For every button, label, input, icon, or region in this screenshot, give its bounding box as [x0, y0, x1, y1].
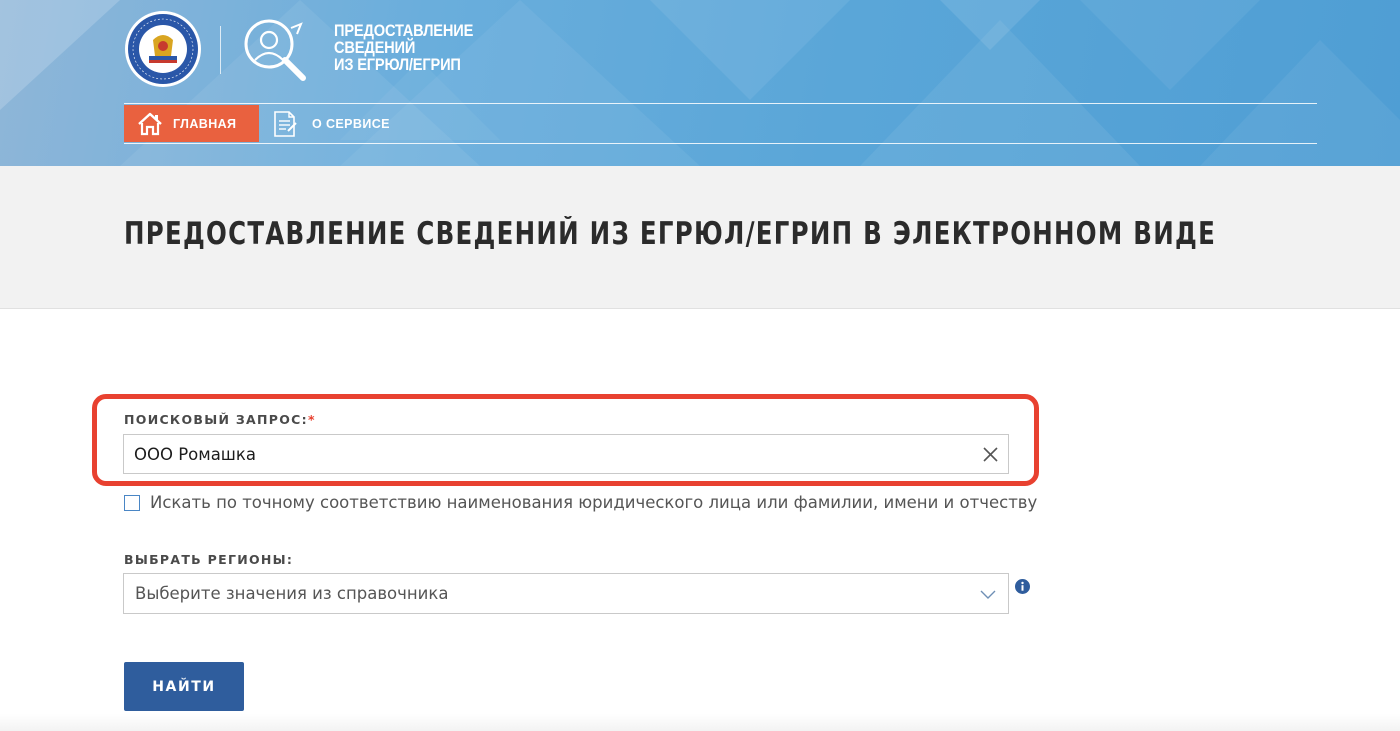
home-icon	[138, 112, 162, 135]
service-magnifier-logo	[244, 19, 306, 81]
exact-match-label[interactable]: Искать по точному соответствию наименова…	[150, 493, 1037, 512]
nav-item-about[interactable]: О СЕРВИСЕ	[272, 105, 432, 142]
service-title-line: ПРЕДОСТАВЛЕНИЕ	[334, 21, 474, 40]
exact-match-option: Искать по точному соответствию наименова…	[124, 493, 1037, 512]
search-label-text: ПОИСКОВЫЙ ЗАПРОС:	[124, 412, 308, 427]
find-button[interactable]: НАЙТИ	[124, 662, 244, 711]
page-title-band: ПРЕДОСТАВЛЕНИЕ СВЕДЕНИЙ ИЗ ЕГРЮЛ/ЕГРИП В…	[0, 166, 1400, 309]
site-header: ПРЕДОСТАВЛЕНИЕ СВЕДЕНИЙ ИЗ ЕГРЮЛ/ЕГРИП Г…	[0, 0, 1400, 166]
chevron-down-icon	[980, 590, 996, 599]
fns-emblem-logo	[125, 11, 201, 87]
bottom-fade	[0, 714, 1400, 731]
nav-item-home[interactable]: ГЛАВНАЯ	[124, 105, 259, 142]
nav-item-label: О СЕРВИСЕ	[312, 116, 390, 131]
regions-placeholder: Выберите значения из справочника	[135, 584, 449, 603]
document-icon	[274, 110, 297, 137]
nav-divider-bottom	[124, 143, 1317, 144]
service-title: ПРЕДОСТАВЛЕНИЕ СВЕДЕНИЙ ИЗ ЕГРЮЛ/ЕГРИП	[334, 22, 506, 73]
search-input[interactable]	[124, 436, 964, 472]
info-icon[interactable]	[1015, 579, 1030, 594]
search-field	[123, 434, 1009, 474]
close-icon[interactable]	[982, 446, 999, 463]
required-mark: *	[307, 412, 316, 427]
page-title: ПРЕДОСТАВЛЕНИЕ СВЕДЕНИЙ ИЗ ЕГРЮЛ/ЕГРИП В…	[124, 216, 1217, 252]
search-label: ПОИСКОВЫЙ ЗАПРОС:*	[124, 412, 316, 427]
service-title-line: СВЕДЕНИЙ	[334, 38, 416, 57]
regions-label: ВЫБРАТЬ РЕГИОНЫ:	[124, 552, 294, 567]
nav-item-label: ГЛАВНАЯ	[173, 116, 237, 131]
nav-divider-top	[124, 103, 1317, 104]
service-title-line: ИЗ ЕГРЮЛ/ЕГРИП	[334, 55, 461, 74]
logo-divider	[220, 26, 221, 74]
regions-select[interactable]: Выберите значения из справочника	[123, 573, 1009, 614]
exact-match-checkbox[interactable]	[124, 494, 140, 511]
